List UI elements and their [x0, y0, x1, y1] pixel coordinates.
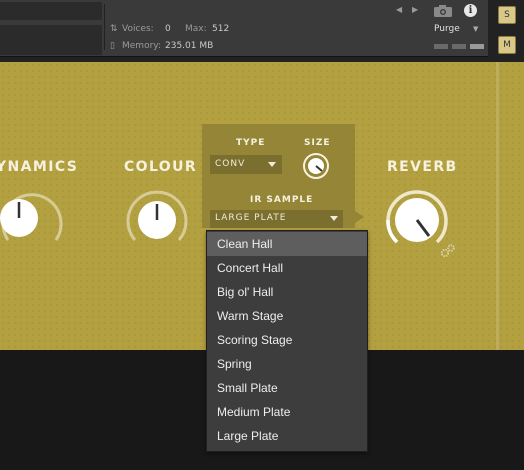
- reverb-settings-gear-icon[interactable]: [440, 243, 456, 259]
- menu-item-scoring-stage[interactable]: Scoring Stage: [207, 328, 367, 352]
- purge-chevron-icon: ▼: [473, 25, 479, 33]
- info-icon[interactable]: i: [464, 4, 477, 17]
- instrument-header: ⇅ Voices: 0 Max: 512 ▯ Memory: 235.01 MB…: [0, 0, 524, 62]
- reverb-title: REVERB: [387, 159, 458, 175]
- type-chevron-down-icon: [268, 162, 276, 167]
- menu-item-warm-stage[interactable]: Warm Stage: [207, 304, 367, 328]
- menu-item-clean-hall[interactable]: Clean Hall: [207, 232, 367, 256]
- mute-button[interactable]: M: [498, 36, 516, 54]
- dynamics-knob[interactable]: [0, 186, 64, 248]
- ir-sample-menu: Clean Hall Concert Hall Big ol' Hall War…: [206, 230, 368, 452]
- memory-icon: ▯: [110, 41, 115, 51]
- ir-sample-value: LARGE PLATE: [215, 213, 287, 223]
- prev-instrument-icon[interactable]: ◀: [396, 5, 402, 14]
- max-voices-value[interactable]: 512: [212, 24, 229, 34]
- type-select-value: CONV: [215, 159, 246, 169]
- purge-meter-segment: [434, 44, 448, 49]
- solo-button[interactable]: S: [498, 6, 516, 24]
- panel-edge: [496, 62, 499, 350]
- menu-item-spring[interactable]: Spring: [207, 352, 367, 376]
- ir-sample-label: IR SAMPLE: [250, 195, 314, 205]
- menu-item-big-ol-hall[interactable]: Big ol' Hall: [207, 280, 367, 304]
- purge-meter-segment: [470, 44, 484, 49]
- output-field[interactable]: [0, 25, 102, 55]
- dynamics-title: YNAMICS: [0, 159, 79, 175]
- instrument-info-box: ⇅ Voices: 0 Max: 512 ▯ Memory: 235.01 MB…: [0, 0, 488, 57]
- purge-label: Purge: [434, 24, 460, 34]
- camera-icon[interactable]: [433, 5, 453, 17]
- voices-icon: ⇅: [110, 24, 118, 34]
- reverb-settings-popup: TYPE CONV SIZE IR SAMPLE LARGE PLATE: [202, 124, 355, 228]
- type-label: TYPE: [236, 138, 266, 148]
- memory-label: Memory:: [122, 41, 161, 51]
- size-knob[interactable]: [301, 152, 331, 180]
- max-voices-label: Max:: [185, 24, 207, 34]
- next-instrument-icon[interactable]: ▶: [412, 5, 418, 14]
- menu-item-large-plate[interactable]: Large Plate: [207, 424, 367, 448]
- instrument-name-field[interactable]: [0, 2, 102, 20]
- header-divider: [104, 4, 105, 50]
- voices-label: Voices:: [122, 24, 154, 34]
- memory-value: 235.01 MB: [165, 41, 214, 51]
- colour-title: COLOUR: [124, 159, 198, 175]
- popup-pointer: [355, 211, 364, 223]
- type-select[interactable]: CONV: [210, 155, 282, 174]
- menu-item-medium-plate[interactable]: Medium Plate: [207, 400, 367, 424]
- colour-knob[interactable]: [122, 186, 192, 248]
- purge-meter-segment: [452, 44, 466, 49]
- ir-sample-select[interactable]: LARGE PLATE: [210, 210, 343, 228]
- voices-value: 0: [165, 24, 171, 34]
- ir-chevron-down-icon: [330, 216, 338, 221]
- menu-item-small-plate[interactable]: Small Plate: [207, 376, 367, 400]
- menu-item-concert-hall[interactable]: Concert Hall: [207, 256, 367, 280]
- size-label: SIZE: [304, 138, 331, 148]
